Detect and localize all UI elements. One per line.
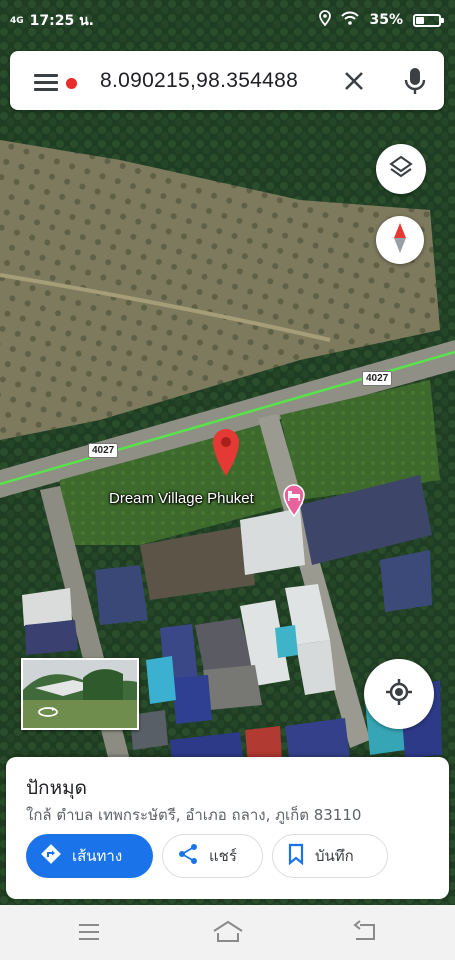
directions-button[interactable]: เส้นทาง bbox=[26, 834, 153, 878]
save-label: บันทึก bbox=[315, 847, 354, 865]
directions-icon bbox=[40, 843, 62, 869]
back-icon[interactable] bbox=[352, 919, 382, 945]
road-number-label: 4027 bbox=[88, 443, 119, 458]
save-button[interactable]: บันทึก bbox=[272, 834, 388, 878]
microphone-icon[interactable] bbox=[400, 63, 430, 99]
dropped-pin-icon[interactable] bbox=[210, 426, 242, 478]
system-nav-bar bbox=[0, 905, 455, 960]
battery-icon bbox=[413, 13, 444, 27]
my-location-button[interactable] bbox=[364, 659, 434, 729]
battery-percent: 35% bbox=[369, 12, 403, 28]
hamburger-menu-icon[interactable] bbox=[24, 65, 77, 97]
place-address: ใกล้ ตำบล เทพกระษัตรี, อำเภอ ถลาง, ภูเก็… bbox=[26, 806, 362, 824]
battery-level bbox=[416, 16, 424, 24]
place-details-sheet[interactable]: ปักหมุด ใกล้ ตำบล เทพกระษัตรี, อำเภอ ถลา… bbox=[6, 757, 449, 899]
close-icon[interactable] bbox=[338, 65, 370, 97]
share-icon bbox=[177, 843, 199, 869]
place-title: ปักหมุด bbox=[26, 777, 87, 799]
menu-icon[interactable] bbox=[76, 919, 106, 945]
action-row: เส้นทาง แชร์ บันทึก bbox=[26, 834, 388, 878]
clock: 17:25 น. bbox=[29, 13, 94, 29]
place-name-label[interactable]: Dream Village Phuket bbox=[109, 490, 254, 507]
search-bar[interactable]: 8.090215,98.354488 bbox=[10, 51, 444, 110]
notification-dot bbox=[66, 78, 77, 89]
directions-label: เส้นทาง bbox=[72, 847, 123, 865]
road-number-label: 4027 bbox=[362, 371, 393, 386]
wifi-icon bbox=[341, 11, 360, 29]
rotate-360-icon bbox=[37, 704, 59, 723]
share-label: แชร์ bbox=[209, 847, 237, 865]
layers-button[interactable] bbox=[376, 144, 426, 194]
status-bar: 4G 17:25 น. 35% bbox=[0, 0, 455, 40]
layers-icon bbox=[388, 154, 414, 184]
compass-icon bbox=[392, 222, 408, 258]
my-location-icon bbox=[385, 678, 413, 710]
location-status-icon bbox=[319, 10, 332, 30]
share-button[interactable]: แชร์ bbox=[162, 834, 263, 878]
network-indicator: 4G bbox=[10, 15, 24, 26]
search-input[interactable]: 8.090215,98.354488 bbox=[100, 51, 298, 110]
hotel-bed-icon[interactable] bbox=[282, 483, 306, 518]
home-icon[interactable] bbox=[212, 919, 244, 945]
street-view-thumbnail[interactable] bbox=[21, 658, 139, 730]
compass-button[interactable] bbox=[376, 216, 424, 264]
bookmark-icon bbox=[287, 843, 305, 869]
